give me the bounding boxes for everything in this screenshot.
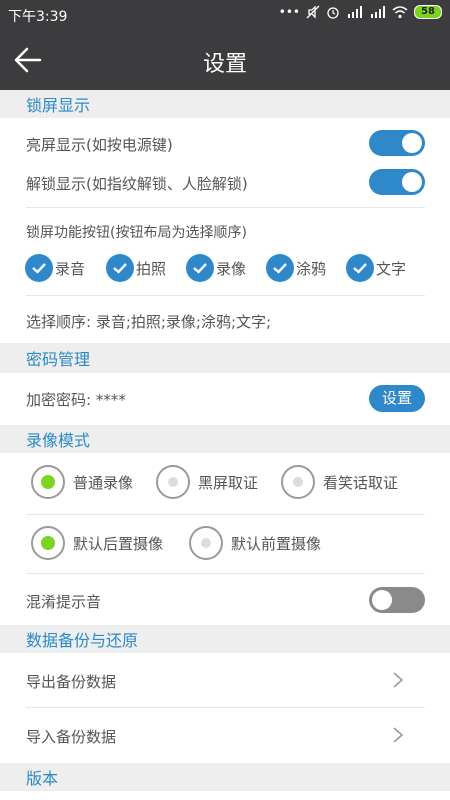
checkbox-record-audio[interactable]: 录音 bbox=[25, 253, 85, 283]
checkbox-video[interactable]: 录像 bbox=[186, 253, 246, 283]
checkbox-label: 拍照 bbox=[136, 259, 167, 278]
checkmark-icon bbox=[346, 254, 374, 282]
signal-icon bbox=[371, 6, 385, 18]
checkbox-label: 录音 bbox=[55, 259, 86, 278]
checkbox-text[interactable]: 文字 bbox=[346, 253, 406, 283]
checkbox-doodle[interactable]: 涂鸦 bbox=[266, 253, 326, 283]
checkbox-label: 录像 bbox=[216, 259, 247, 278]
divider bbox=[26, 514, 425, 515]
checkmark-icon bbox=[186, 254, 214, 282]
checkmark-icon bbox=[106, 254, 134, 282]
selection-order-text: 选择顺序: 录音;拍照;录像;涂鸦;文字; bbox=[26, 313, 272, 331]
radio-label: 黑屏取证 bbox=[198, 473, 259, 492]
radio-joke-evidence[interactable]: 看笑话取证 bbox=[281, 464, 398, 500]
section-header-version: 版本 bbox=[0, 763, 450, 791]
radio-unselected-icon bbox=[189, 526, 223, 560]
radio-unselected-icon bbox=[281, 465, 315, 499]
page-title: 设置 bbox=[202, 52, 247, 77]
signal-hd-icon bbox=[348, 6, 362, 18]
section-header-lock-screen: 锁屏显示 bbox=[0, 90, 450, 118]
section-header-backup: 数据备份与还原 bbox=[0, 625, 450, 653]
checkmark-icon bbox=[25, 254, 53, 282]
divider bbox=[26, 295, 425, 296]
status-time: 下午3:39 bbox=[8, 9, 68, 25]
radio-black-screen[interactable]: 黑屏取证 bbox=[156, 464, 258, 500]
divider bbox=[26, 707, 425, 708]
radio-normal-recording[interactable]: 普通录像 bbox=[31, 464, 133, 500]
alarm-icon bbox=[327, 7, 339, 19]
divider bbox=[26, 207, 425, 208]
unlock-display-label: 解锁显示(如指纹解锁、人脸解锁) bbox=[26, 175, 248, 193]
checkbox-photo[interactable]: 拍照 bbox=[106, 253, 166, 283]
chevron-right-icon bbox=[393, 727, 404, 743]
app-bar: 设置 bbox=[0, 30, 450, 90]
radio-label: 普通录像 bbox=[73, 473, 134, 492]
radio-selected-icon bbox=[31, 465, 65, 499]
radio-label: 默认后置摄像 bbox=[73, 534, 164, 553]
unlock-display-toggle[interactable] bbox=[369, 169, 425, 195]
lock-buttons-caption: 锁屏功能按钮(按钮布局为选择顺序) bbox=[26, 225, 247, 241]
export-backup-item[interactable]: 导出备份数据 bbox=[26, 671, 116, 692]
radio-label: 看笑话取证 bbox=[323, 473, 399, 492]
chevron-right-icon bbox=[393, 672, 404, 688]
battery-icon: 58 bbox=[414, 5, 442, 19]
wifi-icon bbox=[392, 6, 408, 19]
more-dots-icon: ••• bbox=[278, 5, 300, 19]
toggle-knob bbox=[372, 590, 392, 610]
bright-screen-toggle[interactable] bbox=[369, 130, 425, 156]
section-header-recording-mode: 录像模式 bbox=[0, 425, 450, 453]
radio-unselected-icon bbox=[156, 465, 190, 499]
checkbox-label: 涂鸦 bbox=[296, 259, 327, 278]
mix-sound-toggle[interactable] bbox=[369, 587, 425, 613]
password-label: 加密密码: **** bbox=[26, 391, 126, 409]
section-header-password: 密码管理 bbox=[0, 343, 450, 373]
toggle-knob bbox=[402, 133, 422, 153]
radio-selected-icon bbox=[31, 526, 65, 560]
radio-rear-camera[interactable]: 默认后置摄像 bbox=[31, 525, 163, 561]
checkbox-label: 文字 bbox=[376, 259, 407, 278]
mix-sound-label: 混淆提示音 bbox=[26, 593, 102, 611]
divider bbox=[26, 573, 425, 574]
mute-icon bbox=[306, 5, 320, 19]
radio-label: 默认前置摄像 bbox=[231, 534, 322, 553]
toggle-knob bbox=[402, 172, 422, 192]
checkmark-icon bbox=[266, 254, 294, 282]
status-bar: 下午3:39 ••• 58 bbox=[0, 0, 450, 30]
radio-front-camera[interactable]: 默认前置摄像 bbox=[189, 525, 321, 561]
bright-screen-label: 亮屏显示(如按电源键) bbox=[26, 136, 173, 154]
status-icons: ••• 58 bbox=[279, 5, 442, 19]
set-password-button[interactable]: 设置 bbox=[369, 385, 425, 412]
import-backup-item[interactable]: 导入备份数据 bbox=[26, 726, 116, 747]
